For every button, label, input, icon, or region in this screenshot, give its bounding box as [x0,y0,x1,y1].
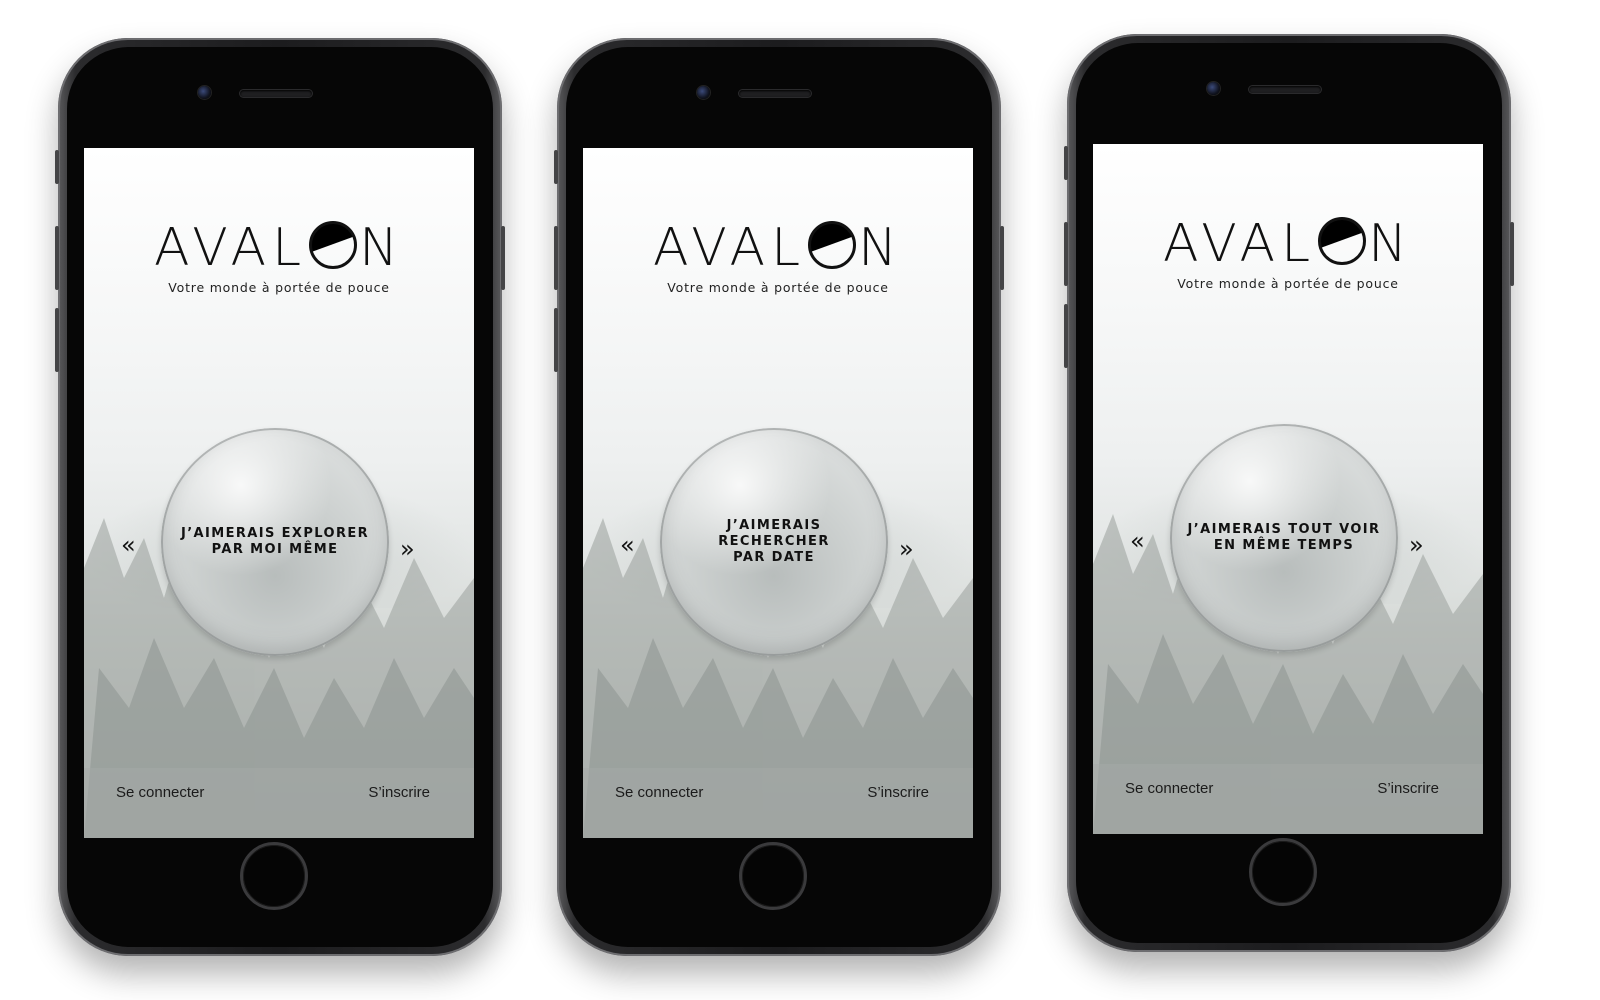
phone-2: AVAL N Votre monde à portée de pouce « J’… [554,38,1004,956]
app-screen: AVAL N Votre monde à portée de pouce « J’… [583,148,973,838]
signup-link[interactable]: S’inscrire [368,784,430,801]
volume-down-button [55,308,59,372]
option-bubble[interactable]: J’AIMERAIS TOUT VOIR EN MÊME TEMPS [1170,424,1398,652]
option-bubble[interactable]: J’AIMERAIS EXPLORER PAR MOI MÊME [161,428,389,656]
logo-text-end: N [858,218,903,278]
earpiece-speaker [739,90,811,97]
double-chevron-right-icon[interactable]: » [400,537,415,561]
volume-up-button [554,226,558,290]
option-label: J’AIMERAIS RECHERCHER PAR DATE [718,518,830,565]
app-screen: AVAL N Votre monde à portée de pouce « J’… [84,148,474,838]
tagline: Votre monde à portée de pouce [667,280,889,295]
double-chevron-left-icon[interactable]: « [1130,529,1145,553]
logo-o-icon [309,221,358,269]
logo-text-end: N [1368,214,1413,274]
login-link[interactable]: Se connecter [1125,780,1213,797]
signup-link[interactable]: S’inscrire [1377,780,1439,797]
option-label: J’AIMERAIS EXPLORER PAR MOI MÊME [180,526,370,557]
home-button[interactable] [240,842,308,910]
logo-text: AVAL [653,218,807,278]
volume-down-button [1064,304,1068,368]
option-label: J’AIMERAIS TOUT VOIR EN MÊME TEMPS [1187,522,1381,553]
app-screen: AVAL N Votre monde à portée de pouce « J’… [1093,144,1483,834]
phone-1: AVAL N Votre monde à portée de pouce « J’… [55,38,505,956]
front-camera [697,86,710,99]
app-logo: AVAL N [84,218,474,278]
volume-up-button [55,226,59,290]
double-chevron-right-icon[interactable]: » [899,537,914,561]
double-chevron-right-icon[interactable]: » [1409,533,1424,557]
mute-switch [55,150,59,184]
mute-switch [554,150,558,184]
earpiece-speaker [1249,86,1321,93]
tagline: Votre monde à portée de pouce [168,280,390,295]
login-link[interactable]: Se connecter [116,784,204,801]
signup-link[interactable]: S’inscrire [867,784,929,801]
power-button [501,226,505,290]
logo-o-icon [808,221,857,269]
login-link[interactable]: Se connecter [615,784,703,801]
logo-o-icon [1318,217,1367,265]
home-button[interactable] [1249,838,1317,906]
logo-text: AVAL [154,218,308,278]
volume-down-button [554,308,558,372]
home-button[interactable] [739,842,807,910]
double-chevron-left-icon[interactable]: « [121,533,136,557]
option-bubble[interactable]: J’AIMERAIS RECHERCHER PAR DATE [660,428,888,656]
logo-text-end: N [359,218,404,278]
earpiece-speaker [240,90,312,97]
phone-3: AVAL N Votre monde à portée de pouce « J’… [1064,34,1514,952]
mute-switch [1064,146,1068,180]
power-button [1000,226,1004,290]
double-chevron-left-icon[interactable]: « [620,533,635,557]
app-logo: AVAL N [1093,214,1483,274]
power-button [1510,222,1514,286]
logo-text: AVAL [1163,214,1317,274]
front-camera [1207,82,1220,95]
volume-up-button [1064,222,1068,286]
app-logo: AVAL N [583,218,973,278]
front-camera [198,86,211,99]
tagline: Votre monde à portée de pouce [1177,276,1399,291]
